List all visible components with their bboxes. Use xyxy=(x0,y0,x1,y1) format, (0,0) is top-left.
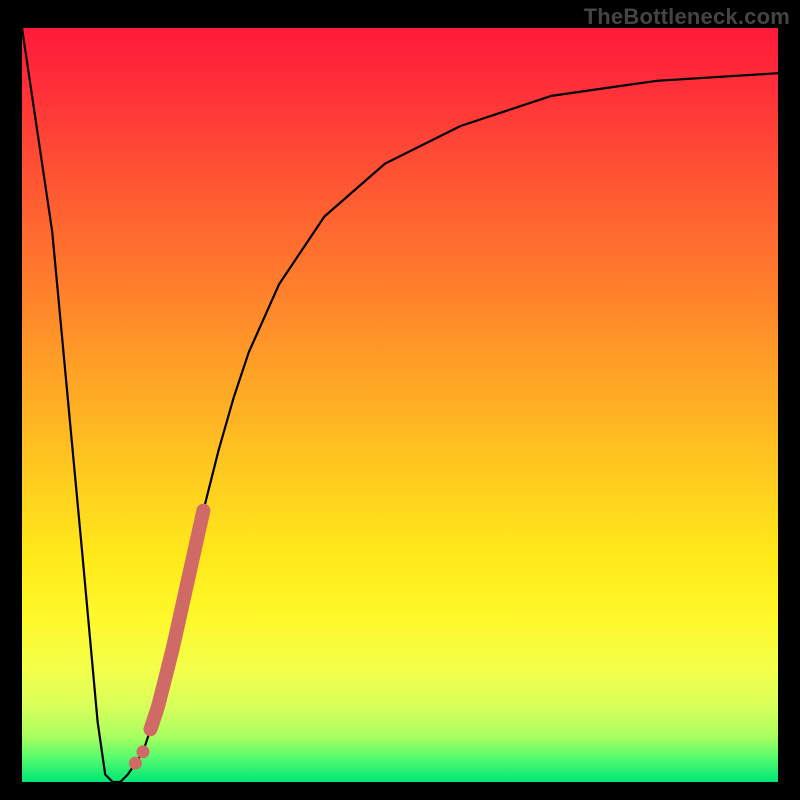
watermark-text: TheBottleneck.com xyxy=(584,4,790,30)
highlight-dot xyxy=(137,745,150,758)
chart-frame: TheBottleneck.com xyxy=(0,0,800,800)
bottleneck-curve xyxy=(22,28,778,782)
highlight-dot xyxy=(129,757,142,770)
highlight-dots xyxy=(129,685,169,770)
highlight-dot xyxy=(155,685,168,698)
chart-svg xyxy=(22,28,778,782)
highlight-dot xyxy=(144,723,157,736)
plot-area xyxy=(22,28,778,782)
